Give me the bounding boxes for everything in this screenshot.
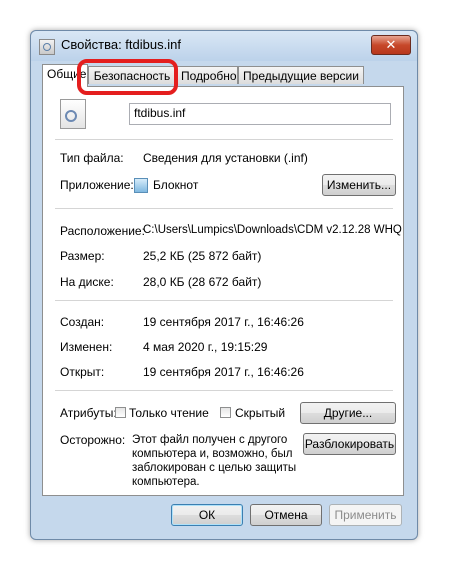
app-value: Блокнот bbox=[153, 178, 199, 192]
divider bbox=[55, 390, 393, 391]
title-bar[interactable]: Свойства: ftdibus.inf ✕ bbox=[31, 31, 417, 61]
inf-file-icon bbox=[60, 99, 86, 129]
caution-label: Осторожно: bbox=[60, 433, 126, 447]
security-tab-highlight bbox=[77, 59, 178, 95]
tab-details[interactable]: Подробно bbox=[176, 66, 238, 84]
file-properties-icon bbox=[39, 39, 55, 55]
hidden-label[interactable]: Скрытый bbox=[235, 406, 285, 420]
apply-button[interactable]: Применить bbox=[329, 504, 402, 526]
size-value: 25,2 КБ (25 872 байт) bbox=[143, 249, 262, 263]
disk-size-label: На диске: bbox=[60, 275, 114, 289]
notepad-icon bbox=[134, 178, 148, 193]
opened-label: Открыт: bbox=[60, 365, 105, 379]
size-label: Размер: bbox=[60, 249, 105, 263]
general-tab-panel: ftdibus.inf Тип файла: Сведения для уста… bbox=[42, 86, 404, 496]
ok-button[interactable]: ОК bbox=[171, 504, 243, 526]
close-button[interactable]: ✕ bbox=[371, 35, 411, 55]
readonly-checkbox[interactable] bbox=[115, 407, 126, 418]
attributes-label: Атрибуты: bbox=[60, 406, 117, 420]
readonly-label[interactable]: Только чтение bbox=[129, 406, 209, 420]
unblock-button[interactable]: Разблокировать bbox=[303, 433, 396, 455]
change-button[interactable]: Изменить... bbox=[322, 174, 396, 196]
divider bbox=[55, 300, 393, 301]
caution-text: Этот файл получен с другого компьютера и… bbox=[132, 434, 297, 488]
file-type-value: Сведения для установки (.inf) bbox=[143, 151, 308, 165]
file-name-field[interactable]: ftdibus.inf bbox=[129, 103, 391, 125]
created-label: Создан: bbox=[60, 315, 105, 329]
created-value: 19 сентября 2017 г., 16:46:26 bbox=[143, 315, 304, 329]
app-label: Приложение: bbox=[60, 178, 134, 192]
location-value: C:\Users\Lumpics\Downloads\CDM v2.12.28 … bbox=[143, 224, 402, 236]
disk-size-value: 28,0 КБ (28 672 байт) bbox=[143, 275, 262, 289]
tab-previous-versions[interactable]: Предыдущие версии bbox=[238, 66, 364, 84]
modified-label: Изменен: bbox=[60, 340, 113, 354]
other-attributes-button[interactable]: Другие... bbox=[300, 402, 396, 424]
cancel-button[interactable]: Отмена bbox=[250, 504, 322, 526]
divider bbox=[55, 139, 393, 140]
window-title: Свойства: ftdibus.inf bbox=[61, 37, 181, 52]
location-label: Расположение: bbox=[60, 224, 145, 238]
file-type-label: Тип файла: bbox=[60, 151, 124, 165]
modified-value: 4 мая 2020 г., 19:15:29 bbox=[143, 340, 268, 354]
hidden-checkbox[interactable] bbox=[220, 407, 231, 418]
opened-value: 19 сентября 2017 г., 16:46:26 bbox=[143, 365, 304, 379]
divider bbox=[55, 208, 393, 209]
